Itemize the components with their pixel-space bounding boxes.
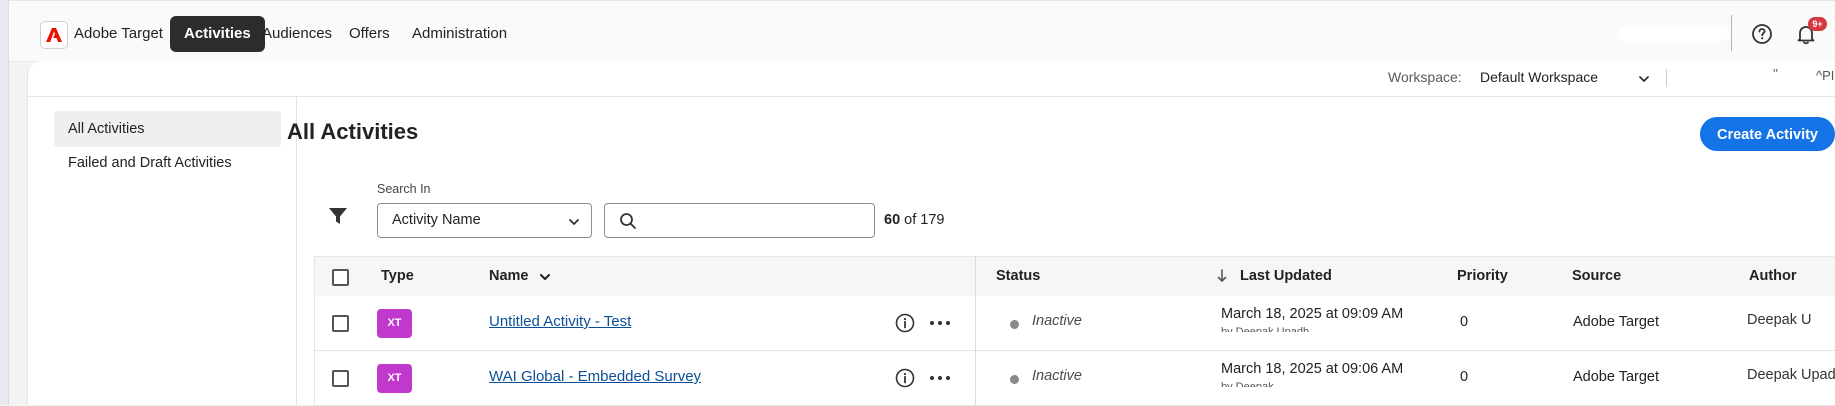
last-updated-by: by Deepak [1221, 381, 1274, 387]
last-updated-date: March 18, 2025 at 09:09 AM [1221, 306, 1404, 322]
column-divider [975, 256, 976, 405]
chevron-down-icon[interactable] [1637, 72, 1651, 86]
source-value: Adobe Target [1573, 369, 1659, 385]
activities-table: Type Name Status Last Updated Priority S… [314, 256, 1835, 406]
more-icon[interactable] [928, 316, 952, 330]
status-dot [1010, 375, 1019, 384]
redacted-area [1619, 27, 1729, 41]
page-title: All Activities [287, 119, 419, 144]
result-count: 60 of 179 [884, 212, 945, 228]
adobe-logo-icon[interactable] [40, 21, 68, 49]
sidebar-item-all-activities[interactable]: All Activities [54, 111, 281, 147]
priority-value: 0 [1460, 314, 1469, 330]
info-icon[interactable] [894, 312, 916, 334]
type-badge: XT [377, 309, 412, 338]
filter-icon[interactable] [327, 205, 349, 227]
notification-badge: 9+ [1808, 17, 1827, 31]
nav-audiences[interactable]: Audiences [248, 16, 346, 52]
nav-administration[interactable]: Administration [398, 16, 521, 52]
status-text: Inactive [1032, 313, 1082, 329]
activity-name-link[interactable]: WAI Global - Embedded Survey [489, 368, 701, 385]
search-input[interactable] [645, 208, 869, 235]
search-box[interactable] [604, 203, 875, 238]
workspace-divider [1666, 69, 1667, 87]
select-all-checkbox[interactable] [332, 269, 349, 286]
column-header-source[interactable]: Source [1572, 268, 1621, 284]
chevron-down-icon [567, 215, 581, 229]
table-row[interactable]: XT WAI Global - Embedded Survey Inactive… [314, 351, 1835, 406]
sidebar: All Activities Failed and Draft Activiti… [28, 97, 297, 405]
table-header: Type Name Status Last Updated Priority S… [314, 256, 1835, 297]
table-row[interactable]: XT Untitled Activity - Test Inactive Mar… [314, 296, 1835, 351]
column-header-author[interactable]: Author [1749, 268, 1797, 284]
top-nav: Adobe Target Activities Audiences Offers… [9, 0, 1835, 62]
nav-divider [1731, 15, 1732, 51]
workspace-selector[interactable]: Default Workspace [1480, 69, 1598, 85]
create-activity-button[interactable]: Create Activity [1700, 117, 1835, 151]
column-header-name[interactable]: Name [489, 268, 529, 284]
info-icon[interactable] [894, 367, 916, 389]
row-checkbox[interactable] [332, 315, 349, 332]
type-badge: XT [377, 364, 412, 393]
status-text: Inactive [1032, 368, 1082, 384]
brand-name: Adobe Target [74, 25, 163, 42]
workspace-label: Workspace: [1388, 69, 1462, 85]
left-edge-strip [0, 0, 9, 405]
last-updated-by: by Deepak Upadh [1221, 326, 1310, 332]
nav-offers[interactable]: Offers [335, 16, 404, 52]
author-value: Deepak U [1747, 312, 1812, 328]
last-updated-date: March 18, 2025 at 09:06 AM [1221, 361, 1404, 377]
search-in-label: Search In [377, 182, 431, 196]
truncated-text: '' [1773, 66, 1778, 81]
search-in-select[interactable]: Activity Name [377, 203, 592, 238]
source-value: Adobe Target [1573, 314, 1659, 330]
result-count-shown: 60 [884, 212, 901, 228]
result-count-total: of 179 [904, 212, 945, 228]
column-header-priority[interactable]: Priority [1457, 268, 1508, 284]
chevron-down-icon[interactable] [538, 270, 552, 289]
column-header-status[interactable]: Status [996, 268, 1040, 284]
column-header-type[interactable]: Type [381, 268, 414, 284]
sort-arrow-icon[interactable] [1216, 268, 1228, 289]
search-icon [619, 212, 637, 230]
activity-name-link[interactable]: Untitled Activity - Test [489, 313, 631, 330]
help-icon[interactable] [1751, 23, 1773, 45]
row-checkbox[interactable] [332, 370, 349, 387]
search-in-value: Activity Name [392, 212, 481, 228]
more-icon[interactable] [928, 371, 952, 385]
truncated-text: ^PI [1816, 68, 1835, 83]
author-value: Deepak Upad [1747, 367, 1835, 383]
column-header-last-updated[interactable]: Last Updated [1240, 268, 1332, 284]
priority-value: 0 [1460, 369, 1469, 385]
workspace-bar: Workspace: Default Workspace '' ^PI [28, 61, 1835, 97]
status-dot [1010, 320, 1019, 329]
sidebar-item-failed-draft[interactable]: Failed and Draft Activities [54, 145, 281, 181]
